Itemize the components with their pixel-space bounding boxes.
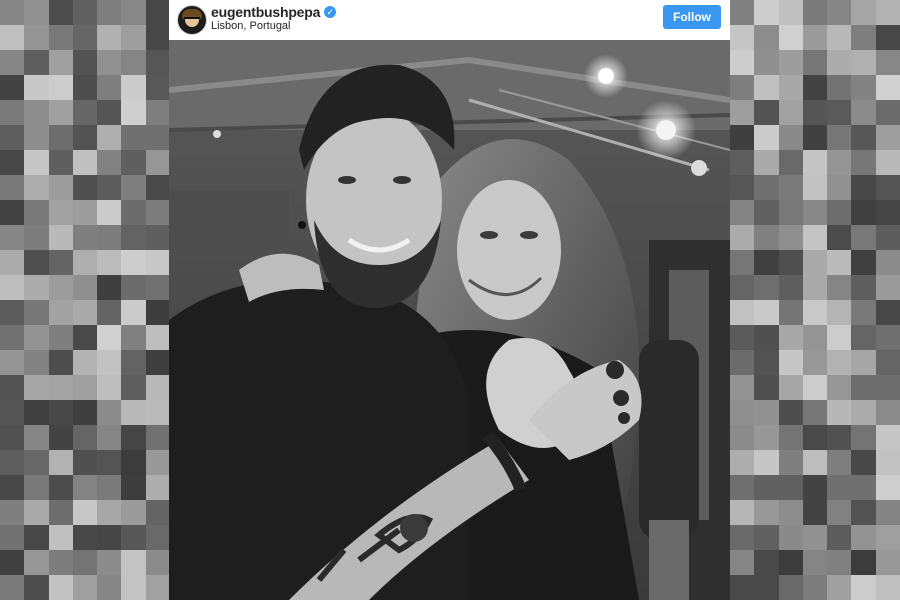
location-link[interactable]: Lisbon, Portugal [211, 20, 291, 32]
post-header: eugentbushpepa ✓ Lisbon, Portugal Follow [169, 0, 730, 40]
pixelated-blur-left [0, 0, 170, 600]
verified-icon: ✓ [324, 6, 337, 18]
pixelated-blur-right [730, 0, 900, 600]
instagram-post: eugentbushpepa ✓ Lisbon, Portugal Follow [169, 0, 730, 600]
avatar-icon[interactable] [177, 5, 207, 35]
follow-button[interactable]: Follow [663, 5, 721, 29]
username-row: eugentbushpepa ✓ [211, 4, 337, 20]
username-link[interactable]: eugentbushpepa [211, 4, 320, 20]
post-photo [169, 40, 730, 600]
